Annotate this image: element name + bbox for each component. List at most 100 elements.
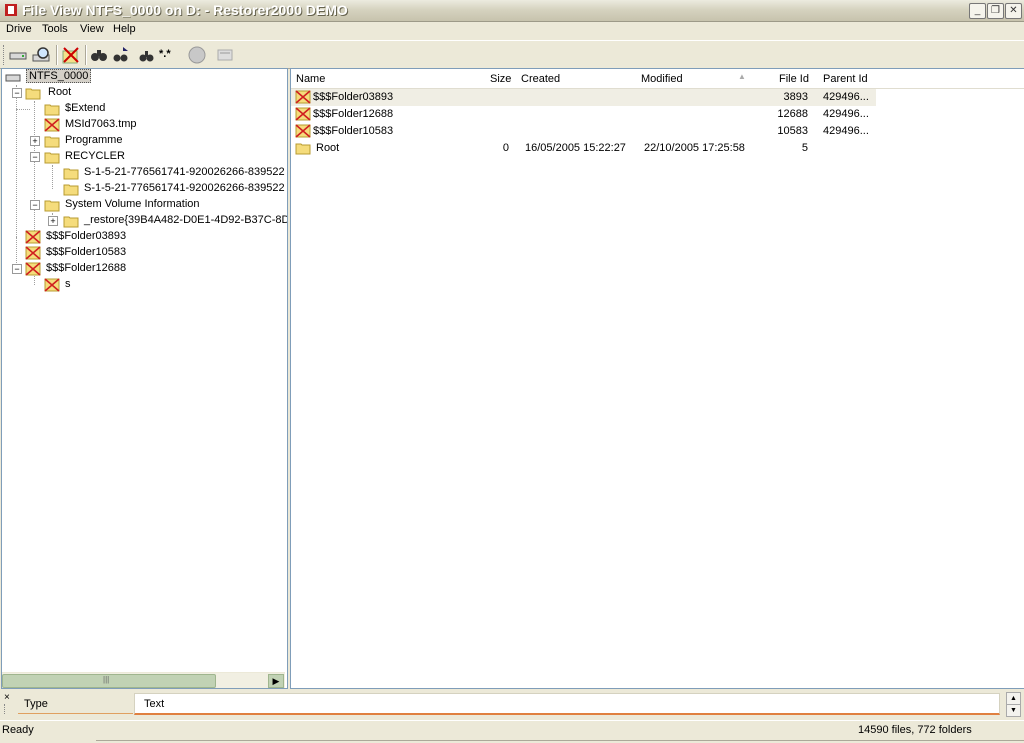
restore-button[interactable]: ❐ bbox=[987, 3, 1004, 19]
cell-modified: 22/10/2005 17:25:58 bbox=[644, 142, 745, 154]
tree-item-label: s bbox=[65, 278, 71, 290]
close-panel-icon[interactable]: × bbox=[4, 692, 10, 703]
tree-collapse-toggle[interactable]: − bbox=[30, 200, 40, 210]
folder-icon bbox=[44, 152, 60, 164]
tree-item-folder10583[interactable]: $$$Folder10583 bbox=[25, 245, 145, 261]
menu-tools[interactable]: Tools bbox=[42, 23, 68, 35]
deleted-folder-icon bbox=[25, 262, 41, 276]
tree-item-programme[interactable]: Programme bbox=[44, 133, 164, 149]
column-header-parent-id[interactable]: Parent Id bbox=[823, 73, 868, 85]
tree-item-root[interactable]: Root bbox=[25, 85, 145, 101]
status-text: Ready bbox=[2, 724, 34, 736]
find-next-icon[interactable] bbox=[111, 45, 131, 65]
tree-item-system-volume[interactable]: System Volume Information bbox=[44, 197, 224, 213]
tree-expand-toggle[interactable]: + bbox=[48, 216, 58, 226]
tree-root-drive[interactable]: NTFS_0000 bbox=[5, 69, 95, 85]
mask-icon[interactable]: *.* bbox=[159, 48, 179, 68]
toolbar-grip[interactable] bbox=[3, 45, 6, 65]
cell-parent-id: 429496... bbox=[823, 91, 869, 103]
toolbar-separator bbox=[56, 45, 58, 65]
cell-size: 0 bbox=[502, 142, 509, 154]
options-icon[interactable] bbox=[215, 45, 235, 65]
tree-item-recycler[interactable]: RECYCLER bbox=[44, 149, 164, 165]
table-row[interactable]: Root 0 16/05/2005 15:22:27 22/10/2005 17… bbox=[291, 140, 876, 157]
tree-item-sid-folder[interactable]: S-1-5-21-776561741-920026266-839522 bbox=[63, 165, 285, 181]
close-button[interactable]: ✕ bbox=[1005, 3, 1022, 19]
tree-item-label: Programme bbox=[65, 134, 123, 146]
tree-item-label: S-1-5-21-776561741-920026266-839522 bbox=[84, 182, 285, 194]
table-row[interactable]: $$$Folder12688 12688 429496... bbox=[291, 106, 876, 123]
status-bar: Ready 14590 files, 772 folders bbox=[0, 720, 1024, 743]
drive-icon[interactable] bbox=[8, 45, 28, 65]
deleted-folder-icon bbox=[25, 246, 41, 260]
tree-item-label: $$$Folder10583 bbox=[46, 246, 127, 258]
find-mask-icon[interactable] bbox=[137, 45, 157, 65]
column-header-created[interactable]: Created bbox=[521, 73, 560, 85]
stop-icon[interactable] bbox=[187, 45, 207, 65]
tree-item-label: $$$Folder03893 bbox=[46, 230, 127, 242]
panel-grip[interactable] bbox=[4, 704, 11, 714]
tree-collapse-toggle[interactable]: − bbox=[12, 264, 22, 274]
cell-file-id: 12688 bbox=[777, 108, 808, 120]
tree-item-label: MSId7063.tmp bbox=[65, 118, 137, 130]
tree-horizontal-scrollbar[interactable]: ||| ▶ bbox=[2, 672, 285, 688]
tree-item-sid-folder[interactable]: S-1-5-21-776561741-920026266-839522 bbox=[63, 181, 285, 197]
menu-view[interactable]: View bbox=[80, 23, 104, 35]
cell-parent-id: 429496... bbox=[823, 125, 869, 137]
tree-item-folder12688[interactable]: $$$Folder12688 bbox=[25, 261, 145, 277]
cell-file-id: 10583 bbox=[777, 125, 808, 137]
file-count: 14590 files, 772 folders bbox=[858, 724, 972, 736]
recover-icon[interactable] bbox=[61, 45, 81, 65]
tree-collapse-toggle[interactable]: − bbox=[12, 88, 22, 98]
column-header-file-id[interactable]: File Id bbox=[779, 73, 809, 85]
deleted-file-icon bbox=[44, 118, 60, 132]
tree-item-folder03893[interactable]: $$$Folder03893 bbox=[25, 229, 145, 245]
tab-type[interactable]: Type bbox=[18, 693, 133, 714]
tree-expand-toggle[interactable]: + bbox=[30, 136, 40, 146]
column-header-name[interactable]: Name bbox=[296, 73, 325, 85]
tree-item-label: $$$Folder12688 bbox=[46, 262, 127, 274]
folder-icon bbox=[44, 104, 60, 116]
scrollbar-thumb[interactable]: ||| bbox=[2, 674, 216, 688]
scroll-right-arrow-icon[interactable]: ▶ bbox=[268, 674, 284, 688]
tree-collapse-toggle[interactable]: − bbox=[30, 152, 40, 162]
tab-text[interactable]: Text bbox=[134, 693, 1000, 715]
file-list[interactable]: Name Size Created Modified ▲ File Id Par… bbox=[290, 68, 1024, 689]
tree-item-msid-tmp[interactable]: MSId7063.tmp bbox=[44, 117, 164, 133]
find-icon[interactable] bbox=[89, 45, 109, 65]
tree-item-s[interactable]: s bbox=[44, 277, 104, 293]
scroll-down-arrow-icon[interactable]: ▼ bbox=[1006, 704, 1021, 717]
tree-connector bbox=[34, 101, 35, 237]
folder-icon bbox=[63, 184, 79, 196]
folder-icon bbox=[295, 143, 311, 155]
tree-item-label: Root bbox=[48, 86, 72, 98]
column-header-modified[interactable]: Modified bbox=[641, 73, 683, 85]
table-row[interactable]: $$$Folder03893 3893 429496... bbox=[291, 89, 876, 106]
tree-connector bbox=[16, 109, 30, 110]
tree-item-label: S-1-5-21-776561741-920026266-839522 bbox=[84, 166, 285, 178]
cell-name: Root bbox=[316, 142, 340, 154]
minimize-button[interactable]: _ bbox=[969, 3, 986, 19]
column-header-size[interactable]: Size bbox=[490, 73, 511, 85]
tree-connector bbox=[52, 165, 53, 189]
window-title: File View NTFS_0000 on D: - Restorer2000… bbox=[22, 2, 348, 18]
cell-file-id: 5 bbox=[801, 142, 808, 154]
folder-tree[interactable]: NTFS_0000 − Root $Extend MSId7063.tmp + … bbox=[1, 68, 288, 689]
search-icon[interactable] bbox=[32, 45, 52, 65]
tree-item-label: $Extend bbox=[65, 102, 106, 114]
tab-text-label: Text bbox=[144, 698, 165, 710]
app-icon bbox=[5, 4, 17, 16]
table-row[interactable]: $$$Folder10583 10583 429496... bbox=[291, 123, 876, 140]
tree-item-label: RECYCLER bbox=[65, 150, 125, 162]
menu-bar: Drive Tools View Help bbox=[0, 21, 1024, 39]
cell-created: 16/05/2005 15:22:27 bbox=[525, 142, 626, 154]
tree-item-label: _restore{39B4A482-D0E1-4D92-B37C-8D bbox=[84, 214, 288, 226]
drive-icon bbox=[5, 74, 21, 82]
info-panel: × Type Text ▲ ▼ bbox=[0, 690, 1024, 718]
tree-item-restore[interactable]: _restore{39B4A482-D0E1-4D92-B37C-8D bbox=[63, 213, 288, 229]
deleted-folder-icon bbox=[295, 90, 311, 104]
menu-drive[interactable]: Drive bbox=[6, 23, 32, 35]
folder-icon bbox=[25, 88, 41, 100]
menu-help[interactable]: Help bbox=[113, 23, 136, 35]
tree-item-extend[interactable]: $Extend bbox=[44, 101, 164, 117]
